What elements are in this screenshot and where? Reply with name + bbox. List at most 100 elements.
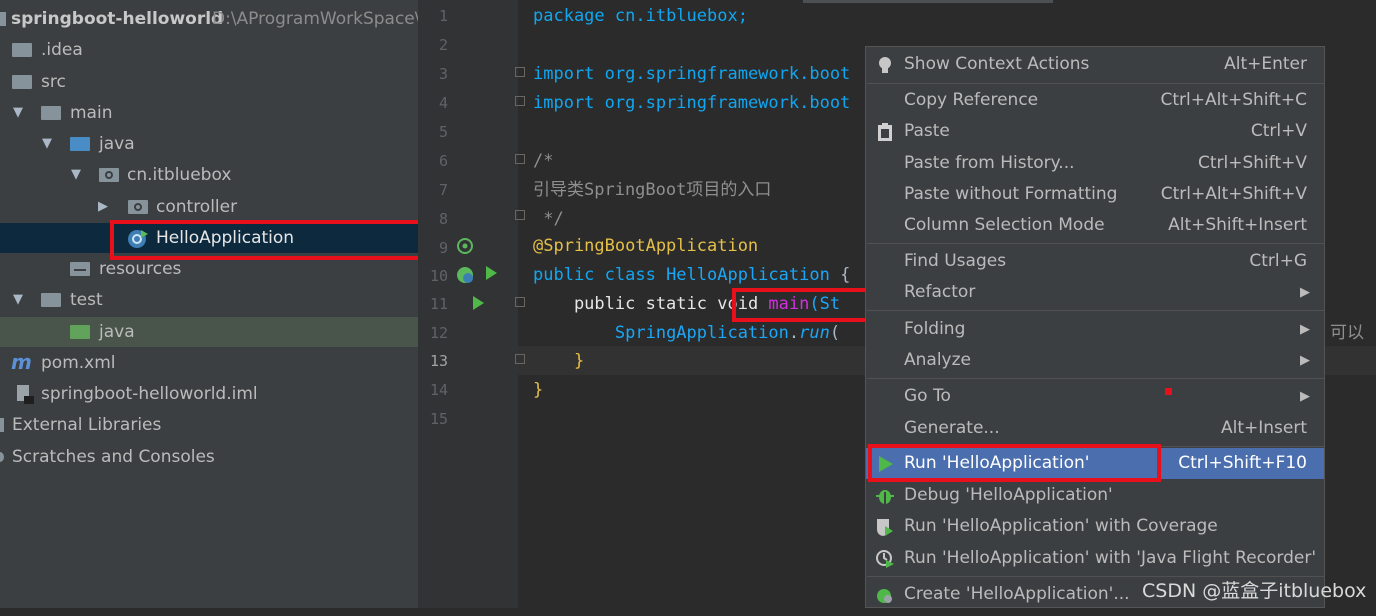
menu-item-show-context-actions[interactable]: Show Context Actions Alt+Enter xyxy=(866,49,1324,80)
tree-item-idea[interactable]: .idea xyxy=(0,35,418,65)
menu-item-label: Folding xyxy=(904,319,966,339)
code-line[interactable]: import org.springframework.boot xyxy=(533,60,850,89)
resources-folder-icon xyxy=(70,262,90,276)
fold-marker-icon[interactable] xyxy=(515,96,525,106)
line-number-current: 13 xyxy=(429,352,448,370)
class-name: HelloApplication xyxy=(666,265,830,285)
tree-item-label: cn.itbluebox xyxy=(127,165,232,185)
expand-arrow-down-icon[interactable]: ▼ xyxy=(38,129,56,159)
submenu-arrow-icon: ▶ xyxy=(1300,353,1310,368)
menu-separator xyxy=(867,378,1325,379)
tree-item-main[interactable]: ▼ main xyxy=(0,98,418,128)
menu-item-shortcut: Alt+Insert xyxy=(1220,418,1307,438)
menu-item-run-hello-application[interactable]: Run 'HelloApplication' Ctrl+Shift+F10 xyxy=(866,448,1324,479)
create-config-icon xyxy=(875,585,895,605)
run-icon xyxy=(875,454,895,474)
code-line-comment[interactable]: */ xyxy=(533,205,563,234)
run-gutter-icon[interactable] xyxy=(486,266,497,280)
line-number: 7 xyxy=(438,181,448,199)
menu-item-run-with-coverage[interactable]: Run 'HelloApplication' with Coverage xyxy=(866,511,1324,542)
expand-arrow-right-icon[interactable]: ▶ xyxy=(94,192,112,222)
folder-icon xyxy=(41,293,61,307)
expand-arrow-down-icon[interactable]: ▼ xyxy=(67,160,85,190)
menu-item-paste-without-formatting[interactable]: Paste without Formatting Ctrl+Alt+Shift+… xyxy=(866,179,1324,210)
watermark: CSDN @蓝盒子itbluebox xyxy=(1142,580,1367,602)
tree-item-hello-application[interactable]: HelloApplication xyxy=(0,223,418,253)
menu-item-run-with-jfr[interactable]: Run 'HelloApplication' with 'Java Flight… xyxy=(866,543,1324,574)
menu-item-shortcut: Ctrl+Shift+F10 xyxy=(1178,453,1307,473)
menu-item-label: Paste without Formatting xyxy=(904,184,1118,204)
tree-item-controller[interactable]: ▶ controller xyxy=(0,192,418,222)
tree-item-label: src xyxy=(41,72,66,92)
spring-boot-app-icon[interactable] xyxy=(456,265,476,285)
menu-separator xyxy=(867,83,1325,84)
tree-item-java[interactable]: ▼ java xyxy=(0,129,418,159)
tree-item-project-root[interactable]: springboot-helloworld D:\AProgramWorkSpa… xyxy=(0,4,418,34)
code-line[interactable]: package cn.itbluebox; xyxy=(533,2,748,31)
tree-item-label: Scratches and Consoles xyxy=(12,447,215,467)
keyword: void xyxy=(717,294,769,314)
library-icon xyxy=(0,418,4,432)
menu-item-find-usages[interactable]: Find Usages Ctrl+G xyxy=(866,246,1324,277)
code-line-brace[interactable]: } xyxy=(533,347,584,376)
tree-item-src[interactable]: src xyxy=(0,67,418,97)
menu-item-refactor[interactable]: Refactor ▶ xyxy=(866,277,1324,308)
menu-item-label: Find Usages xyxy=(904,251,1007,271)
project-name: springboot-helloworld xyxy=(11,9,224,29)
fold-marker-icon[interactable] xyxy=(515,354,525,364)
menu-item-debug-hello-application[interactable]: Debug 'HelloApplication' xyxy=(866,480,1324,511)
menu-item-shortcut: Alt+Shift+Insert xyxy=(1168,215,1307,235)
code-line[interactable]: public class HelloApplication { xyxy=(533,261,850,290)
project-path: D:\AProgramWorkSpace\i xyxy=(212,9,418,29)
code-line[interactable]: import org.springframework.boot xyxy=(533,89,850,118)
module-folder-icon xyxy=(0,12,6,26)
tree-item-pom[interactable]: m pom.xml xyxy=(0,348,418,378)
line-number: 8 xyxy=(438,210,448,228)
fold-marker-icon[interactable] xyxy=(515,210,525,220)
expand-arrow-down-icon[interactable]: ▼ xyxy=(9,285,27,315)
code-line[interactable]: public static void main(St xyxy=(533,290,840,319)
tree-item-label: java xyxy=(99,322,135,342)
tree-item-test-java[interactable]: java xyxy=(0,317,418,347)
tree-item-external-libraries[interactable]: External Libraries xyxy=(0,410,418,440)
menu-item-shortcut: Ctrl+Alt+Shift+C xyxy=(1160,90,1307,110)
keyword: import xyxy=(533,93,605,113)
menu-item-paste-from-history[interactable]: Paste from History... Ctrl+Shift+V xyxy=(866,148,1324,179)
menu-item-column-selection-mode[interactable]: Column Selection Mode Alt+Shift+Insert xyxy=(866,210,1324,241)
code-line-comment[interactable]: /* xyxy=(533,147,553,176)
tree-item-package[interactable]: ▼ cn.itbluebox xyxy=(0,160,418,190)
tree-item-iml[interactable]: springboot-helloworld.iml xyxy=(0,379,418,409)
run-main-gutter-icon[interactable] xyxy=(473,296,484,310)
fold-marker-icon[interactable] xyxy=(515,154,525,164)
menu-item-analyze[interactable]: Analyze ▶ xyxy=(866,345,1324,376)
tree-item-label: java xyxy=(99,134,135,154)
module-file-icon xyxy=(14,384,34,404)
editor-context-menu: Show Context Actions Alt+Enter Copy Refe… xyxy=(865,46,1325,608)
clipboard-icon xyxy=(875,122,895,142)
code-comment-tail: 可以 xyxy=(1330,323,1364,343)
menu-separator xyxy=(867,243,1325,244)
code-line-comment[interactable]: 引导类SpringBoot项目的入口 xyxy=(533,176,771,205)
tree-item-scratches[interactable]: Scratches and Consoles xyxy=(0,442,418,472)
spring-bean-icon[interactable] xyxy=(456,237,474,255)
code-line-brace[interactable]: } xyxy=(533,376,543,405)
menu-item-copy-reference[interactable]: Copy Reference Ctrl+Alt+Shift+C xyxy=(866,85,1324,116)
line-number: 2 xyxy=(438,36,448,54)
tree-item-label: HelloApplication xyxy=(156,228,295,248)
code-line[interactable]: SpringApplication.run( xyxy=(533,319,840,348)
fold-marker-icon[interactable] xyxy=(515,297,525,307)
tree-item-label: .idea xyxy=(41,40,83,60)
menu-item-label: Create 'HelloApplication'... xyxy=(904,584,1130,604)
tree-item-resources[interactable]: resources xyxy=(0,254,418,284)
tree-item-test[interactable]: ▼ test xyxy=(0,285,418,315)
line-number: 4 xyxy=(438,94,448,112)
expand-arrow-down-icon[interactable]: ▼ xyxy=(9,98,27,128)
line-number: 15 xyxy=(429,410,448,428)
menu-item-folding[interactable]: Folding ▶ xyxy=(866,314,1324,345)
menu-item-go-to[interactable]: Go To ▶ xyxy=(866,381,1324,412)
code-line-annotation[interactable]: @SpringBootApplication xyxy=(533,232,758,261)
menu-item-generate[interactable]: Generate... Alt+Insert xyxy=(866,413,1324,444)
menu-item-paste[interactable]: Paste Ctrl+V xyxy=(866,116,1324,147)
fold-marker-icon[interactable] xyxy=(515,67,525,77)
menu-item-label: Run 'HelloApplication' with Coverage xyxy=(904,516,1218,536)
